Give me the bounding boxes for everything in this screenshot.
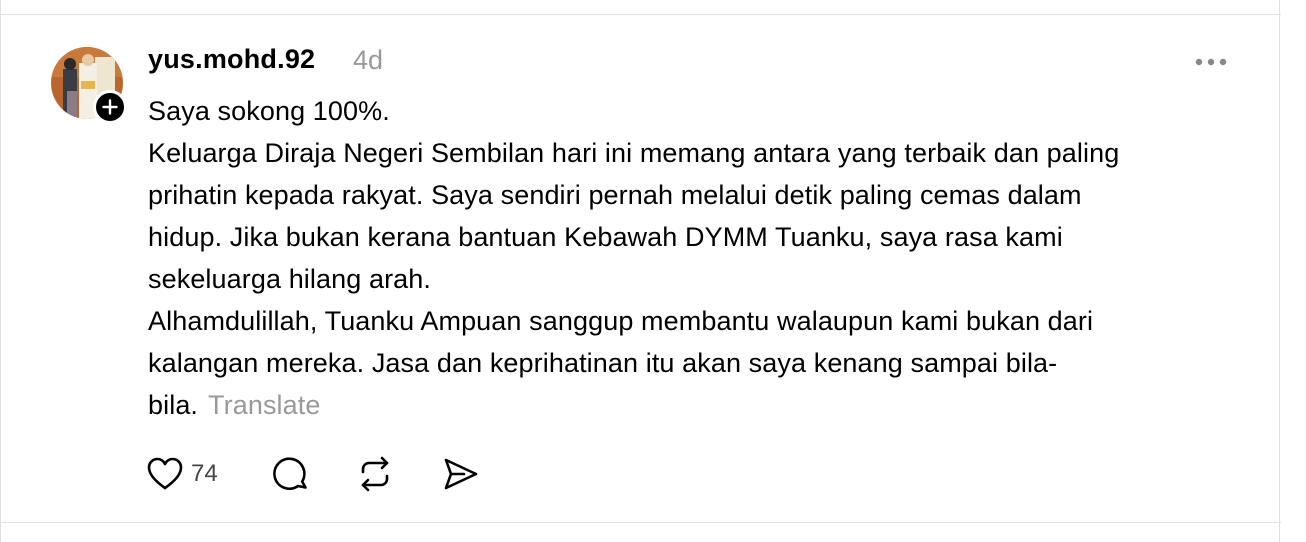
post-text-line: Saya sokong 100%. xyxy=(148,96,390,126)
post-text-line: prihatin kepada rakyat. Saya sendiri per… xyxy=(148,180,1082,210)
like-button[interactable]: 74 xyxy=(147,452,218,496)
post-timestamp: 4d xyxy=(353,45,384,75)
reply-button[interactable] xyxy=(272,452,310,496)
more-dots-icon xyxy=(1195,58,1227,66)
like-count: 74 xyxy=(191,460,218,487)
post-text-line: kalangan mereka. Jasa dan keprihatinan i… xyxy=(148,348,1058,378)
heart-icon xyxy=(147,457,183,490)
repost-button[interactable] xyxy=(356,452,394,496)
post-text-line: Keluarga Diraja Negeri Sembilan hari ini… xyxy=(148,138,1120,168)
post-text-line: sekeluarga hilang arah. xyxy=(148,264,431,294)
post-text-last-line: bila. Translate xyxy=(148,384,1258,426)
post-text-line: bila. xyxy=(148,390,199,420)
comment-icon xyxy=(273,457,307,491)
repost-icon xyxy=(361,456,389,492)
post-text-line: Alhamdulillah, Tuanku Ampuan sanggup mem… xyxy=(148,306,1094,336)
send-icon xyxy=(444,458,478,490)
plus-icon xyxy=(102,99,118,115)
more-options-button[interactable] xyxy=(1189,48,1233,76)
share-button[interactable] xyxy=(442,452,480,496)
bottom-divider xyxy=(1,522,1281,523)
top-divider xyxy=(1,14,1281,15)
post-container: yus.mohd.92 4d Saya sokong 100%. Keluarg… xyxy=(0,0,1281,542)
post-text: Saya sokong 100%. Keluarga Diraja Negeri… xyxy=(148,90,1258,426)
post-text-line: hidup. Jika bukan kerana bantuan Kebawah… xyxy=(148,222,1063,252)
username-link[interactable]: yus.mohd.92 xyxy=(148,44,315,75)
follow-button[interactable] xyxy=(93,90,127,124)
translate-link[interactable]: Translate xyxy=(208,390,320,420)
